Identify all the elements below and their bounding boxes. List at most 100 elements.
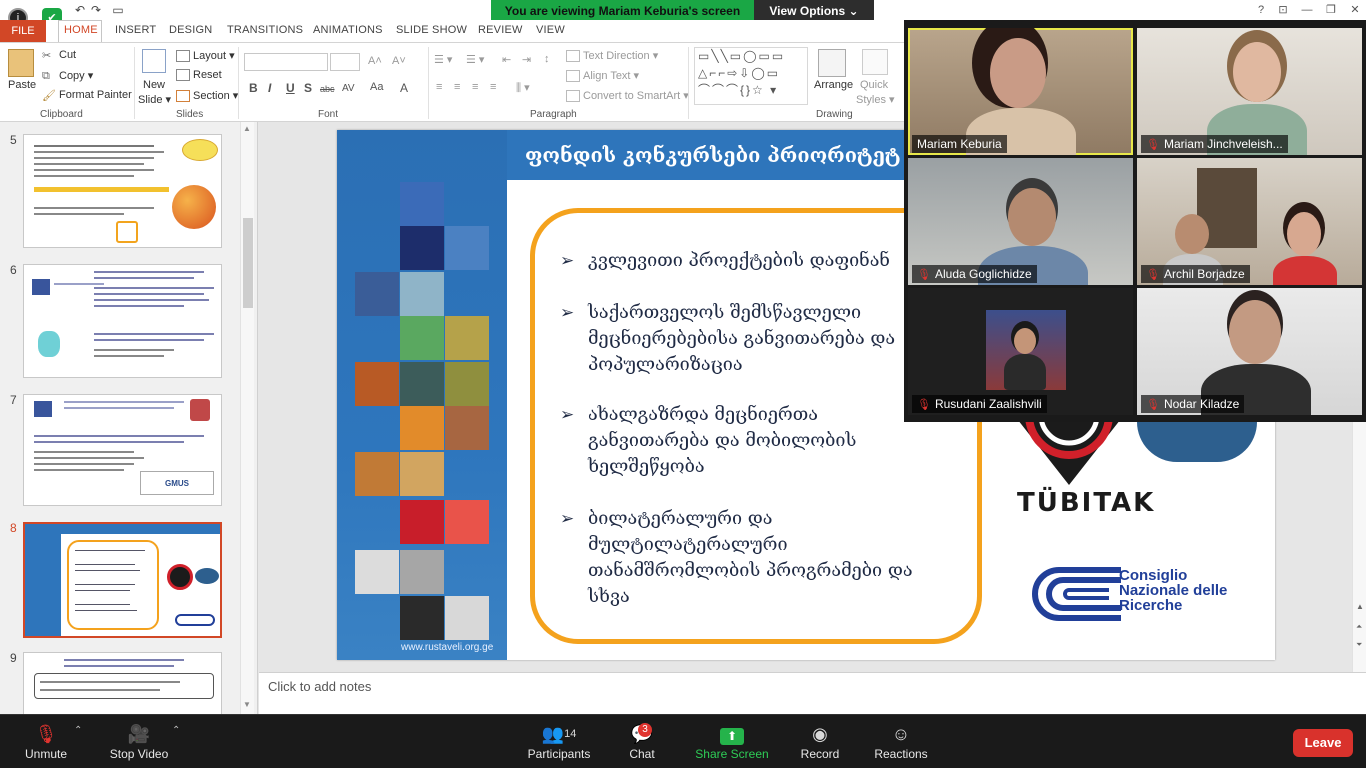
slide-thumbnail-9[interactable] xyxy=(23,652,222,714)
record-button[interactable]: ◉ Record xyxy=(798,721,842,761)
video-tile-rusudani-zaalishvili[interactable]: 🎙 Rusudani Zaalishvili xyxy=(908,288,1133,415)
arrange-button[interactable]: Arrange xyxy=(814,79,853,91)
decrease-indent-icon[interactable]: ⇤ xyxy=(502,53,511,66)
redo-icon[interactable]: ↷ xyxy=(88,2,104,18)
unmute-button[interactable]: 🎙 Unmute xyxy=(20,721,72,761)
paste-icon[interactable] xyxy=(8,49,34,77)
thumbnails-scrollbar[interactable]: ▲ ▼ xyxy=(240,122,254,714)
tab-design[interactable]: DESIGN xyxy=(169,24,212,36)
notes-placeholder[interactable]: Click to add notes xyxy=(268,679,371,694)
leave-meeting-button[interactable]: Leave xyxy=(1293,729,1353,757)
ribbon-display-icon[interactable]: ⊡ xyxy=(1272,2,1294,18)
format-painter-button[interactable]: 🖌 Format Painter xyxy=(42,89,132,102)
stop-video-button[interactable]: 🎥 Stop Video xyxy=(104,721,174,761)
tab-insert[interactable]: INSERT xyxy=(115,24,156,36)
align-text-button[interactable]: Align Text ▾ xyxy=(566,69,639,83)
chevron-up-icon[interactable]: ⌃ xyxy=(172,725,180,736)
cut-button[interactable]: ✂ Cut xyxy=(42,49,76,62)
reset-button[interactable]: Reset xyxy=(176,69,222,82)
slide-thumbnails-panel[interactable]: 5 6 7 GMUS 8 9 ▲ ▼ xyxy=(0,122,258,714)
font-color-button[interactable]: A xyxy=(400,81,408,95)
bullet-item: ➢ ბილატერალური და მულტილატერალური თანამშ… xyxy=(560,508,913,607)
help-icon[interactable]: ? xyxy=(1250,2,1272,18)
bullets-icon[interactable]: ☰ ▾ xyxy=(434,53,452,66)
numbering-icon[interactable]: ☰ ▾ xyxy=(466,53,484,66)
text-direction-button[interactable]: Text Direction ▾ xyxy=(566,49,658,63)
align-center-icon[interactable]: ≡ xyxy=(454,81,460,93)
video-tile-mariam-jinchveleishvili[interactable]: 🎙 Mariam Jinchveleish... xyxy=(1137,28,1362,155)
video-tile-archil-borjadze[interactable]: 🎙 Archil Borjadze xyxy=(1137,158,1362,285)
scroll-up-icon[interactable]: ▲ xyxy=(1356,602,1364,611)
paste-button[interactable]: Paste xyxy=(8,79,36,91)
previous-slide-icon[interactable]: ⏶ xyxy=(1356,622,1362,632)
thumbnail-number: 7 xyxy=(10,393,17,407)
video-tile-mariam-keburia[interactable]: Mariam Keburia xyxy=(908,28,1133,155)
new-slide-button[interactable]: New xyxy=(143,79,165,91)
italic-button[interactable]: I xyxy=(268,81,271,95)
convert-smartart-button[interactable]: Convert to SmartArt ▾ xyxy=(566,89,689,103)
font-size-combo[interactable] xyxy=(330,53,360,71)
justify-icon[interactable]: ≡ xyxy=(490,81,496,93)
share-screen-button[interactable]: ⬆ Share Screen xyxy=(694,721,770,761)
slide-thumbnail-5[interactable] xyxy=(23,134,222,248)
participants-button[interactable]: 👥14 Participants xyxy=(524,721,594,761)
shapes-gallery[interactable]: ▭╲╲▭◯▭▭ △⌐⌐⇨⇩◯▭ ⌒⌒⌒{}☆ ▾ xyxy=(694,47,808,105)
video-tile-nodar-kiladze[interactable]: 🎙 Nodar Kiladze xyxy=(1137,288,1362,415)
shadow-button[interactable]: S xyxy=(304,81,312,95)
increase-indent-icon[interactable]: ⇥ xyxy=(522,53,531,66)
grow-font-icon[interactable]: A˄ xyxy=(368,55,382,67)
group-divider xyxy=(688,47,689,119)
notes-pane[interactable]: Click to add notes xyxy=(259,672,1366,714)
chat-unread-badge: 3 xyxy=(638,723,652,737)
chat-button[interactable]: 💬 3 Chat xyxy=(622,721,662,761)
image-collage xyxy=(337,130,507,660)
copy-button[interactable]: ⧉ Copy ▾ xyxy=(42,69,93,82)
cnr-wordmark: Consiglio Nazionale delle Ricerche xyxy=(1119,567,1228,614)
tab-file[interactable]: FILE xyxy=(0,20,46,42)
layout-button[interactable]: Layout ▾ xyxy=(176,49,235,63)
strikethrough-button[interactable]: abc xyxy=(320,84,335,94)
tab-animations[interactable]: ANIMATIONS xyxy=(313,24,383,36)
tab-view[interactable]: VIEW xyxy=(536,24,565,36)
thumbnail-number: 5 xyxy=(10,133,17,147)
scroll-down-icon[interactable]: ▼ xyxy=(243,700,251,709)
tab-home[interactable]: HOME xyxy=(64,24,98,36)
quick-styles-button-label[interactable]: Styles ▾ xyxy=(856,93,895,106)
restore-icon[interactable]: ❐ xyxy=(1320,2,1342,18)
line-spacing-icon[interactable]: ↕ xyxy=(544,53,550,65)
group-divider xyxy=(238,47,239,119)
slide-thumbnail-7[interactable]: GMUS xyxy=(23,394,222,506)
font-family-combo[interactable] xyxy=(244,53,328,71)
tab-review[interactable]: REVIEW xyxy=(478,24,523,36)
quick-styles-button[interactable]: Quick xyxy=(860,79,888,91)
slide-thumbnail-8-selected[interactable] xyxy=(23,522,222,638)
quick-styles-icon[interactable] xyxy=(862,49,888,75)
section-button[interactable]: Section ▾ xyxy=(176,89,238,103)
next-slide-icon[interactable]: ⏷ xyxy=(1356,640,1362,650)
chevron-up-icon[interactable]: ⌃ xyxy=(74,725,82,736)
change-case-button[interactable]: Aa xyxy=(370,81,383,93)
participant-name: 🎙 Rusudani Zaalishvili xyxy=(912,395,1047,413)
bold-button[interactable]: B xyxy=(249,81,258,95)
tab-slide-show[interactable]: SLIDE SHOW xyxy=(396,24,467,36)
slideshow-icon[interactable]: ▭ xyxy=(110,2,126,18)
reactions-button[interactable]: ☺ Reactions xyxy=(872,721,930,761)
underline-button[interactable]: U xyxy=(286,81,295,95)
new-slide-button-label[interactable]: Slide ▾ xyxy=(138,93,171,106)
video-tile-aluda-goglichidze[interactable]: 🎙 Aluda Goglichidze xyxy=(908,158,1133,285)
view-options-button[interactable]: View Options ⌄ xyxy=(754,0,874,22)
undo-icon[interactable]: ↶ xyxy=(72,2,88,18)
align-left-icon[interactable]: ≡ xyxy=(436,81,442,93)
align-right-icon[interactable]: ≡ xyxy=(472,81,478,93)
arrange-icon[interactable] xyxy=(818,49,846,77)
scrollbar-thumb[interactable] xyxy=(243,218,253,308)
minimize-icon[interactable]: — xyxy=(1296,2,1318,18)
slide-thumbnail-6[interactable] xyxy=(23,264,222,378)
columns-icon[interactable]: ⫼ ▾ xyxy=(516,81,530,95)
tab-transitions[interactable]: TRANSITIONS xyxy=(227,24,303,36)
shrink-font-icon[interactable]: A˅ xyxy=(392,55,406,67)
scroll-up-icon[interactable]: ▲ xyxy=(243,124,251,133)
close-icon[interactable]: ✕ xyxy=(1344,2,1366,18)
new-slide-icon[interactable] xyxy=(142,49,166,73)
character-spacing-button[interactable]: AV xyxy=(342,83,355,94)
